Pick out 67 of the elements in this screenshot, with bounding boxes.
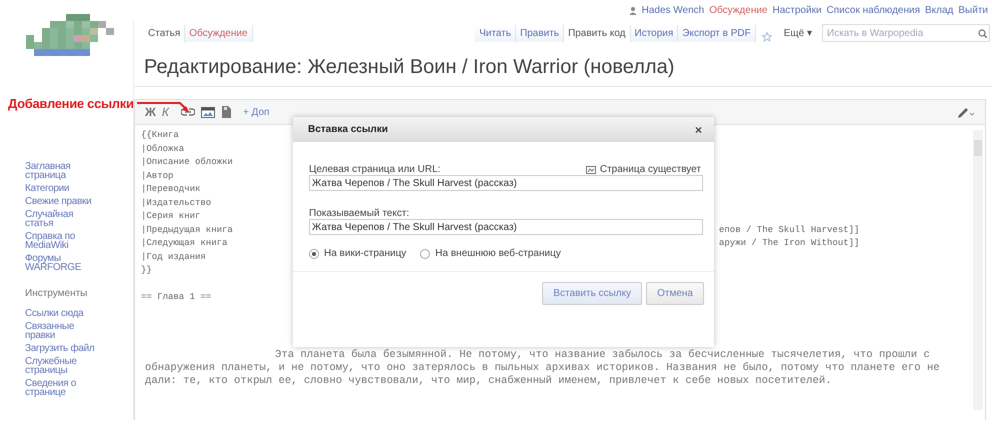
view-tab[interactable]: Экспорт в PDF xyxy=(678,25,756,42)
scrollbar[interactable] xyxy=(973,130,983,410)
code-line: |Издательство xyxy=(141,196,212,210)
article-paragraph: Эта планета была безымянной. Не потому, что название забылось за бесчисленные тысячелетия, что прошли с обнаружения планеты, и не потому, что оно затерялось в пыльных архивах историков. Названия не было, потому что планете его не дали: те, кто открыл ее, словно чувствовали, что мир, снабженный именем, привлечет к себе новых посетителей. xyxy=(144,348,941,388)
search-field[interactable]: Искать в Warpopedia xyxy=(822,24,990,42)
sidebar-link[interactable]: Справка по MediaWiki xyxy=(25,232,95,250)
code-line: {{Книга xyxy=(141,129,179,142)
user-menu-link[interactable]: Список наблюдения xyxy=(826,4,920,16)
annotation-label: Добавление ссылки xyxy=(8,96,134,111)
sidebar-heading: Инструменты xyxy=(25,288,88,299)
user-menu-link[interactable]: Вклад xyxy=(925,4,954,16)
close-button[interactable]: × xyxy=(694,122,702,136)
sidebar-link[interactable]: Ссылки сюда xyxy=(25,309,95,318)
bold-button[interactable]: Ж xyxy=(145,105,156,119)
code-line: |Автор xyxy=(141,170,174,182)
sidebar-link[interactable]: Сведения о странице xyxy=(25,379,95,397)
page-status-text: Страница существует xyxy=(600,164,701,175)
code-line: |Серия книг xyxy=(141,210,200,223)
code-line: |Переводчик xyxy=(141,183,200,196)
advanced-toolbar-link[interactable]: + Доп xyxy=(242,106,270,118)
code-line: }} xyxy=(141,264,152,277)
username-link[interactable]: Hades Wench xyxy=(642,4,704,16)
sidebar-link[interactable]: Форумы WARFORGE xyxy=(25,254,95,272)
dialog-title: Вставка ссылки xyxy=(308,124,388,135)
view-tab[interactable]: Читать xyxy=(475,25,516,42)
code-line: |Год издания xyxy=(141,250,206,264)
code-line: |Следующая книга xyxy=(141,237,228,250)
user-menu-link[interactable]: Настройки xyxy=(772,4,822,16)
sidebar-link[interactable]: Загрузить файл xyxy=(25,344,95,353)
namespace-tab[interactable]: Обсуждение xyxy=(185,25,253,42)
insert-link-button[interactable]: Вставить ссылку xyxy=(542,282,642,305)
more-menu[interactable]: Ещё ▾ xyxy=(778,24,818,42)
sidebar-link[interactable]: Служебные страницы xyxy=(25,357,95,375)
target-page-field[interactable]: Жатва Черепов / The Skull Harvest (рассказ) xyxy=(309,175,703,191)
link-icon[interactable] xyxy=(180,107,195,117)
sidebar-link[interactable]: Случайная статья xyxy=(25,210,95,228)
user-icon xyxy=(628,6,637,14)
page-status-icon xyxy=(586,166,596,174)
view-tab[interactable]: Править xyxy=(516,25,564,42)
user-menu-link[interactable]: Обсуждение xyxy=(709,4,768,16)
code-line-end: епов / The Skull Harvest]] xyxy=(719,224,860,236)
radio-button[interactable] xyxy=(309,248,319,258)
code-line: |Обложка xyxy=(141,142,184,156)
code-line: == Глава 1 == xyxy=(141,291,212,304)
radio-label: На внешнюю веб-страницу xyxy=(435,248,561,259)
display-text-field[interactable]: Жатва Черепов / The Skull Harvest (рассказ) xyxy=(309,219,703,235)
image-icon[interactable] xyxy=(200,106,215,118)
view-tab[interactable]: История xyxy=(630,25,678,42)
radio-label: На вики-страницу xyxy=(324,248,406,259)
search-icon xyxy=(978,29,987,38)
file-icon[interactable] xyxy=(220,106,231,118)
field-label: Целевая страница или URL: xyxy=(309,164,440,175)
cancel-button[interactable]: Отмена xyxy=(646,282,704,305)
field-label: Показываемый текст: xyxy=(309,208,410,219)
page-title: Редактирование: Железный Воин / Iron Warrior (новелла) xyxy=(134,42,992,87)
sidebar-link[interactable]: Свежие правки xyxy=(25,197,95,206)
code-line: |Описание обложки xyxy=(141,156,233,169)
pencil-caret-icon[interactable] xyxy=(957,106,975,118)
radio-button[interactable] xyxy=(420,248,430,258)
sidebar-link[interactable]: Категории xyxy=(25,184,95,193)
user-menu-link[interactable]: Выйти xyxy=(958,4,988,16)
code-line: |Предыдущая книга xyxy=(141,224,233,236)
sidebar-link[interactable]: Заглавная страница xyxy=(25,162,95,180)
code-line-end: аружи / The Iron Without]] xyxy=(719,237,860,250)
sidebar-link[interactable]: Связанные правки xyxy=(25,322,95,340)
italic-button[interactable]: К xyxy=(162,105,169,119)
star-icon[interactable] xyxy=(762,32,772,42)
